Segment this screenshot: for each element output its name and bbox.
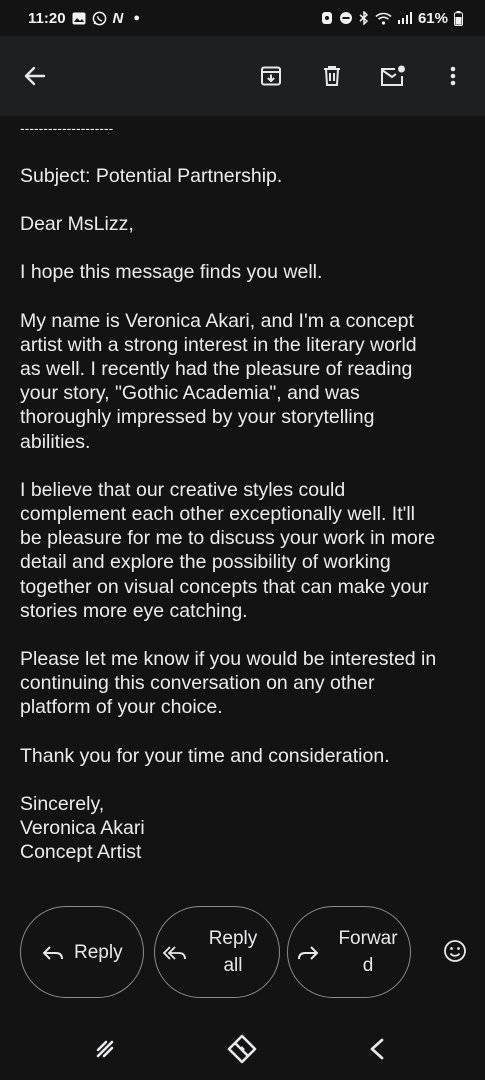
back-icon	[370, 1038, 384, 1060]
email-paragraph: I believe that our creative styles could…	[20, 478, 436, 622]
mark-unread-button[interactable]	[375, 58, 411, 94]
message-toolbar	[0, 36, 485, 116]
forward-icon	[296, 941, 320, 965]
email-paragraph: I hope this message finds you well.	[20, 261, 323, 284]
status-bar: 11:20 N ● 61%	[0, 0, 485, 36]
status-left: 11:20 N ●	[28, 10, 140, 27]
delete-icon	[324, 66, 340, 86]
recents-button[interactable]	[90, 1032, 124, 1066]
signal-icon	[397, 12, 412, 24]
email-body: -------------------- Subject: Potential …	[20, 116, 470, 864]
archive-icon	[261, 66, 281, 86]
email-paragraph: Please let me know if you would be inter…	[20, 648, 437, 719]
back-nav-button[interactable]	[360, 1032, 394, 1066]
more-options-button[interactable]	[435, 58, 471, 94]
reply-all-label: Reply all	[208, 928, 258, 976]
recents-icon	[96, 1040, 114, 1058]
back-arrow-icon	[24, 66, 46, 86]
reply-actions: Reply Reply all Forwar d	[20, 906, 470, 998]
bluetooth-icon	[359, 11, 369, 25]
whatsapp-icon	[92, 11, 107, 26]
battery-percent: 61%	[417, 9, 448, 27]
dnd-icon	[339, 11, 353, 25]
forward-label: Forwar d	[338, 928, 398, 976]
email-greeting: Dear MsLizz,	[20, 213, 134, 236]
forward-button[interactable]: Forwar d	[287, 906, 411, 998]
battery-icon	[454, 10, 463, 26]
email-paragraph: Thank you for your time and consideratio…	[20, 744, 390, 767]
back-button[interactable]	[17, 58, 53, 94]
more-vert-icon	[450, 66, 456, 86]
reply-label: Reply	[74, 942, 123, 963]
email-subject-line: Subject: Potential Partnership.	[20, 165, 283, 187]
reply-icon	[41, 941, 65, 965]
dot-icon: ●	[133, 11, 141, 24]
body-divider: --------------------	[20, 120, 114, 136]
archive-button[interactable]	[253, 58, 289, 94]
add-reaction-button[interactable]	[440, 936, 470, 966]
emoji-smile-icon	[444, 940, 466, 962]
mark-unread-icon	[381, 65, 405, 86]
home-icon	[227, 1034, 257, 1064]
system-nav-bar	[0, 1010, 485, 1080]
reply-all-button[interactable]: Reply all	[154, 906, 280, 998]
n-app-icon: N	[112, 9, 124, 27]
status-right: 61%	[321, 10, 463, 27]
status-time: 11:20	[28, 9, 66, 27]
delete-button[interactable]	[314, 58, 350, 94]
reply-all-icon	[163, 941, 187, 965]
home-button[interactable]	[225, 1032, 259, 1066]
email-paragraph: My name is Veronica Akari, and I'm a con…	[20, 309, 417, 453]
email-signature: Sincerely, Veronica Akari Concept Artist	[20, 792, 145, 864]
reply-button[interactable]: Reply	[20, 906, 144, 998]
wifi-icon	[375, 12, 392, 25]
alarm-icon	[321, 11, 333, 25]
gallery-icon	[72, 12, 86, 25]
